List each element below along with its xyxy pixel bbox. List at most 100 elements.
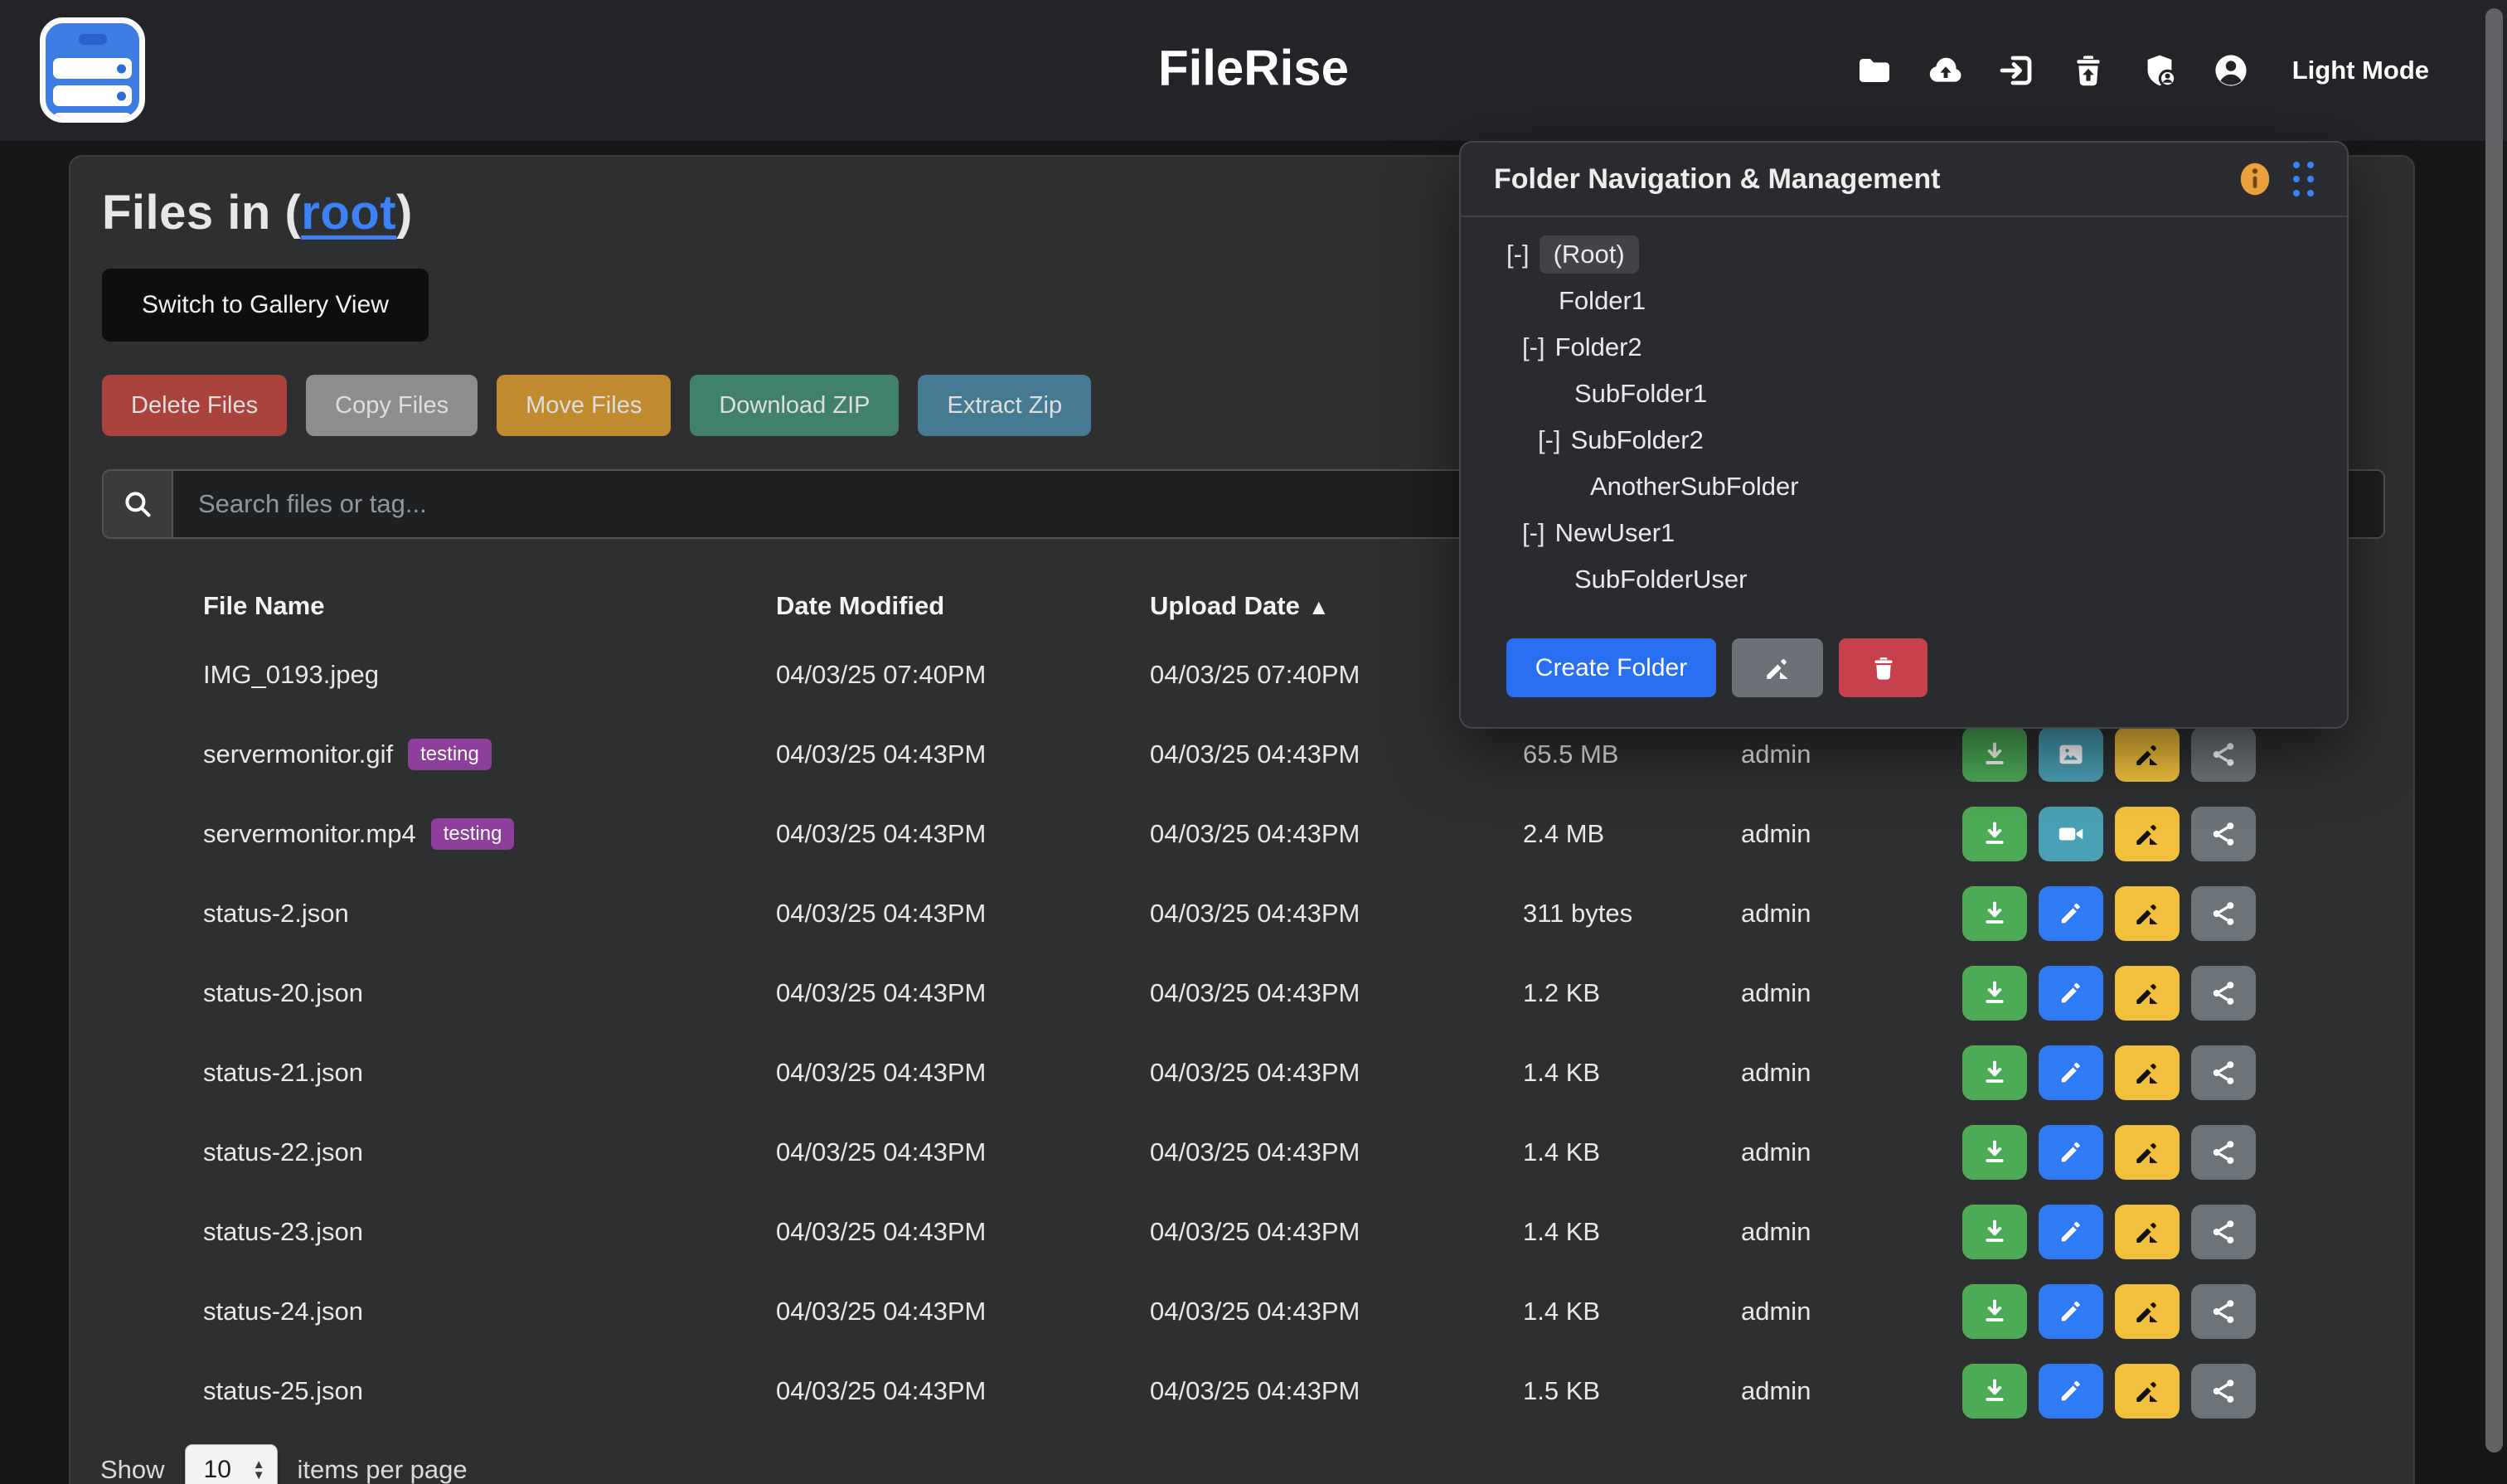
cloud-upload-icon[interactable] xyxy=(1926,51,1966,90)
date-modified: 04/03/25 04:43PM xyxy=(776,1376,1150,1406)
download-file-button[interactable] xyxy=(1962,1205,2027,1259)
delete-folder-button[interactable] xyxy=(1839,638,1928,697)
edit-file-button[interactable] xyxy=(2039,1125,2103,1180)
column-header-date-modified[interactable]: Date Modified xyxy=(776,591,1150,621)
edit-file-button[interactable] xyxy=(2039,1364,2103,1419)
folder-tree-item-newuser1[interactable]: [-] NewUser1 xyxy=(1461,510,2347,556)
admin-shield-icon[interactable] xyxy=(2140,51,2180,90)
download-file-button[interactable] xyxy=(1962,1045,2027,1100)
column-header-file-name[interactable]: File Name xyxy=(203,591,776,621)
download-file-button[interactable] xyxy=(1962,807,2027,861)
share-file-button[interactable] xyxy=(2191,1045,2256,1100)
edit-file-button[interactable] xyxy=(2039,886,2103,941)
create-folder-button[interactable]: Create Folder xyxy=(1506,638,1716,697)
share-file-button[interactable] xyxy=(2191,886,2256,941)
upload-date: 04/03/25 04:43PM xyxy=(1150,1217,1523,1247)
account-icon[interactable] xyxy=(2211,51,2251,90)
file-name[interactable]: IMG_0193.jpeg xyxy=(203,660,379,690)
file-name[interactable]: status-24.json xyxy=(203,1297,363,1326)
share-file-button[interactable] xyxy=(2191,1284,2256,1339)
file-name[interactable]: servermonitor.mp4 xyxy=(203,819,416,849)
folder-tree-item-subfolder2[interactable]: [-] SubFolder2 xyxy=(1461,417,2347,463)
light-mode-toggle[interactable]: Light Mode xyxy=(2292,56,2429,85)
download-file-button[interactable] xyxy=(1962,1125,2027,1180)
rename-file-button[interactable] xyxy=(2115,1125,2180,1180)
download-file-button[interactable] xyxy=(1962,1364,2027,1419)
folder-tree-item-subfolderuser[interactable]: SubFolderUser xyxy=(1461,556,2347,603)
download-file-button[interactable] xyxy=(1962,727,2027,782)
pagination-controls: Show 10 ▲▼ items per page xyxy=(100,1444,468,1484)
items-per-page-select[interactable]: 10 ▲▼ xyxy=(185,1444,278,1484)
download-file-button[interactable] xyxy=(1962,966,2027,1021)
drag-handle-icon[interactable] xyxy=(2293,162,2314,196)
copy-files-button[interactable]: Copy Files xyxy=(306,375,478,436)
extract-zip-button[interactable]: Extract Zip xyxy=(918,375,1091,436)
info-icon[interactable] xyxy=(2235,158,2275,200)
edit-file-button[interactable] xyxy=(2039,966,2103,1021)
folder-label[interactable]: (Root) xyxy=(1540,235,1639,274)
share-file-button[interactable] xyxy=(2191,966,2256,1021)
search-button[interactable] xyxy=(104,471,173,537)
file-name[interactable]: status-23.json xyxy=(203,1217,363,1247)
file-name[interactable]: status-20.json xyxy=(203,978,363,1008)
folder-label[interactable]: AnotherSubFolder xyxy=(1590,472,1799,502)
folder-tree-item-folder1[interactable]: Folder1 xyxy=(1461,278,2347,324)
collapse-toggle[interactable]: [-] xyxy=(1522,332,1545,362)
rename-file-button[interactable] xyxy=(2115,1045,2180,1100)
rename-folder-button[interactable] xyxy=(1732,638,1823,697)
page-scrollbar[interactable] xyxy=(2485,8,2503,1452)
folder-tree-item-root[interactable]: [-] (Root) xyxy=(1461,231,2347,278)
folder-label[interactable]: SubFolderUser xyxy=(1574,565,1747,594)
restore-trash-icon[interactable] xyxy=(2068,51,2108,90)
share-file-button[interactable] xyxy=(2191,807,2256,861)
collapse-toggle[interactable]: [-] xyxy=(1506,240,1530,269)
sign-out-icon[interactable] xyxy=(1997,51,2037,90)
date-modified: 04/03/25 04:43PM xyxy=(776,1137,1150,1167)
edit-file-button[interactable] xyxy=(2039,1205,2103,1259)
rename-file-button[interactable] xyxy=(2115,1364,2180,1419)
folder-label[interactable]: SubFolder2 xyxy=(1571,425,1704,455)
share-file-button[interactable] xyxy=(2191,1364,2256,1419)
rename-file-button[interactable] xyxy=(2115,1284,2180,1339)
rename-file-button[interactable] xyxy=(2115,886,2180,941)
root-folder-link[interactable]: root xyxy=(301,186,396,240)
share-file-button[interactable] xyxy=(2191,1125,2256,1180)
share-file-button[interactable] xyxy=(2191,1205,2256,1259)
folder-label[interactable]: NewUser1 xyxy=(1555,518,1675,548)
delete-files-button[interactable]: Delete Files xyxy=(102,375,287,436)
folder-icon[interactable] xyxy=(1855,51,1894,90)
table-row: status-21.json04/03/25 04:43PM04/03/25 0… xyxy=(102,1033,2382,1113)
folder-tree-item-subfolder1[interactable]: SubFolder1 xyxy=(1461,371,2347,417)
folder-label[interactable]: Folder1 xyxy=(1559,286,1646,316)
file-name[interactable]: status-22.json xyxy=(203,1137,363,1167)
download-file-button[interactable] xyxy=(1962,886,2027,941)
video-file-button[interactable] xyxy=(2039,807,2103,861)
rename-file-button[interactable] xyxy=(2115,727,2180,782)
rename-file-button[interactable] xyxy=(2115,807,2180,861)
collapse-toggle[interactable]: [-] xyxy=(1538,425,1561,455)
file-name[interactable]: status-21.json xyxy=(203,1058,363,1088)
edit-file-button[interactable] xyxy=(2039,1284,2103,1339)
move-files-button[interactable]: Move Files xyxy=(497,375,671,436)
folder-label[interactable]: Folder2 xyxy=(1555,332,1642,362)
file-size: 311 bytes xyxy=(1523,899,1741,929)
file-name[interactable]: status-25.json xyxy=(203,1376,363,1406)
image-file-button[interactable] xyxy=(2039,727,2103,782)
rename-file-button[interactable] xyxy=(2115,966,2180,1021)
folder-tree-item-folder2[interactable]: [-] Folder2 xyxy=(1461,324,2347,371)
edit-file-button[interactable] xyxy=(2039,1045,2103,1100)
file-name[interactable]: status-2.json xyxy=(203,899,349,929)
edit-file-icon xyxy=(2056,978,2086,1008)
table-row: status-23.json04/03/25 04:43PM04/03/25 0… xyxy=(102,1192,2382,1272)
rename-file-button[interactable] xyxy=(2115,1205,2180,1259)
download-file-button[interactable] xyxy=(1962,1284,2027,1339)
switch-gallery-view-button[interactable]: Switch to Gallery View xyxy=(102,269,429,342)
collapse-toggle[interactable]: [-] xyxy=(1522,518,1545,548)
download-zip-button[interactable]: Download ZIP xyxy=(690,375,899,436)
folder-label[interactable]: SubFolder1 xyxy=(1574,379,1707,409)
share-file-button[interactable] xyxy=(2191,727,2256,782)
folder-tree-item-anothersubfolder[interactable]: AnotherSubFolder xyxy=(1461,463,2347,510)
folder-tree: [-] (Root) Folder1 [-] Folder2 SubFolder1 [-] S… xyxy=(1461,217,2347,603)
file-uploader: admin xyxy=(1741,1217,1962,1247)
file-name[interactable]: servermonitor.gif xyxy=(203,740,393,769)
